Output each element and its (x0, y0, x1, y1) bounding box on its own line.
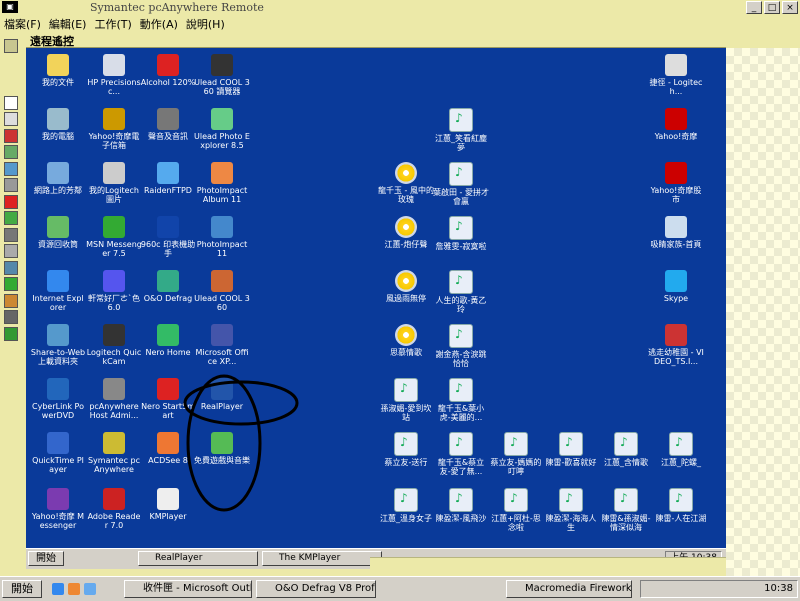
annotation-layer (183, 374, 299, 512)
annotation-ellipse-vertical (186, 374, 262, 512)
